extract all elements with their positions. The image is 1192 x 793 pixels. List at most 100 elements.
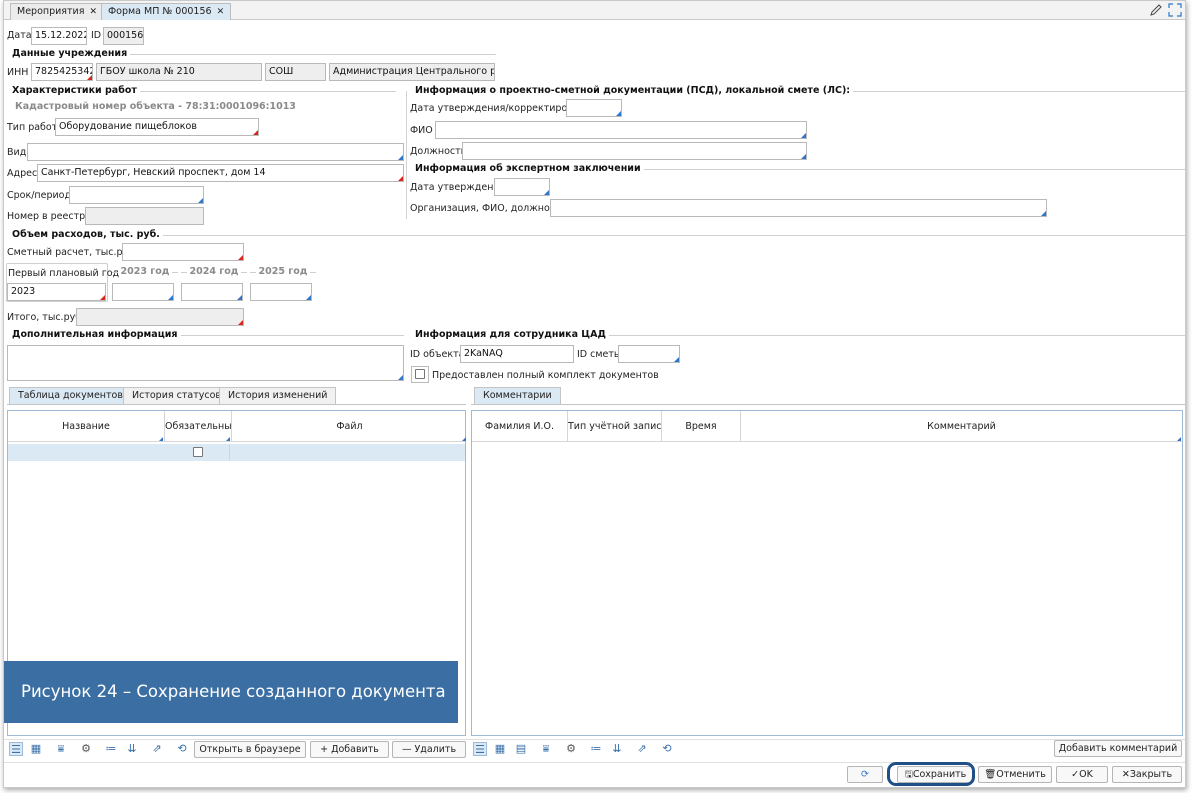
- grid-view-icon[interactable]: ▦: [29, 742, 43, 756]
- inn-field[interactable]: 7825425342: [31, 63, 93, 81]
- close-icon[interactable]: ✕: [217, 7, 225, 17]
- close-x-icon: ✕: [1121, 769, 1130, 780]
- left-tabs-baseline: [7, 404, 466, 405]
- tab-events-label: Мероприятия: [17, 6, 85, 17]
- year-3-field[interactable]: [250, 283, 312, 301]
- extra-info-textarea[interactable]: [7, 345, 404, 381]
- toolbar-top-border: [4, 739, 1185, 740]
- date-field[interactable]: 15.12.2022: [31, 27, 87, 45]
- work-type-field[interactable]: Оборудование пищеблоков: [55, 118, 259, 136]
- refresh-icon: ⟳: [861, 769, 869, 780]
- fio-label: ФИО: [410, 125, 433, 136]
- tab-change-history[interactable]: История изменений: [219, 387, 337, 404]
- kind-field[interactable]: [27, 143, 404, 161]
- object-id-label: ID объекта: [410, 349, 465, 360]
- first-year-field[interactable]: 2023: [7, 283, 106, 301]
- work-section-title: Характеристики работ: [12, 85, 396, 97]
- required-checkbox[interactable]: [193, 447, 203, 457]
- external-link-icon[interactable]: ⇗: [635, 742, 649, 756]
- refresh-list-icon[interactable]: ⟲: [175, 742, 189, 756]
- date-label: Дата: [7, 30, 32, 41]
- expert-approve-date-field[interactable]: [494, 178, 550, 196]
- column-name[interactable]: Название: [8, 411, 165, 442]
- address-field[interactable]: Санкт-Петербург, Невский проспект, дом 1…: [37, 164, 404, 182]
- column-time[interactable]: Время: [662, 411, 741, 442]
- estimate-id-label: ID сметы: [577, 349, 622, 360]
- period-field[interactable]: [69, 186, 204, 204]
- cancel-label: Отменить: [996, 769, 1046, 780]
- tab-status-history[interactable]: История статусов: [123, 387, 230, 404]
- year-1-field[interactable]: [112, 283, 174, 301]
- close-button[interactable]: ✕Закрыть: [1112, 766, 1182, 783]
- position-field[interactable]: [462, 142, 807, 160]
- object-id-field[interactable]: 2KaNAQ: [460, 345, 574, 363]
- footer-top-border: [4, 762, 1185, 763]
- registry-field: [85, 207, 204, 225]
- sort-list-icon[interactable]: ⇊: [610, 742, 624, 756]
- bulleted-list-icon[interactable]: ≔: [589, 742, 603, 756]
- cadastral-number-title: Кадастровый номер объекта - 78:31:000109…: [15, 101, 296, 112]
- estimate-field[interactable]: [122, 243, 244, 261]
- tab-form[interactable]: Форма МП № 000156 ✕: [101, 3, 232, 20]
- check-icon: ✓: [1071, 769, 1080, 780]
- total-label: Итого, тыс.руб.: [7, 312, 85, 323]
- organization-label: Организация, ФИО, должность: [410, 203, 567, 214]
- delete-document-button[interactable]: — Удалить: [392, 741, 466, 758]
- row-divider: [229, 444, 230, 461]
- period-label: Срок/период: [7, 190, 72, 201]
- bulleted-list-icon[interactable]: ≔: [104, 742, 118, 756]
- add-document-button[interactable]: + Добавить: [310, 741, 389, 758]
- settings-icon[interactable]: ⚙: [79, 742, 93, 756]
- fio-field[interactable]: [435, 121, 807, 139]
- pencil-icon[interactable]: [1149, 3, 1163, 17]
- column-full-name[interactable]: Фамилия И.О.: [472, 411, 568, 442]
- filter-icon[interactable]: ⩸: [539, 742, 553, 756]
- column-account-type[interactable]: Тип учётной записи: [568, 411, 662, 442]
- organization-field[interactable]: [550, 199, 1047, 217]
- documents-grid-header: Название Обязательный Файл: [8, 411, 467, 442]
- filter-icon[interactable]: ⩸: [54, 742, 68, 756]
- add-comment-button[interactable]: Добавить комментарий: [1054, 740, 1182, 757]
- inn-label: ИНН: [7, 67, 29, 78]
- comments-grid-header: Фамилия И.О. Тип учётной записи Время Ко…: [472, 411, 1182, 442]
- full-docs-checkbox[interactable]: [415, 369, 425, 379]
- full-docs-label: Предоставлен полный комплект документов: [432, 370, 659, 381]
- fullscreen-icon[interactable]: [1168, 3, 1182, 17]
- minus-icon: —: [401, 744, 415, 755]
- column-comment[interactable]: Комментарий: [741, 411, 1182, 442]
- refresh-button[interactable]: ⟳: [847, 766, 883, 783]
- table-row[interactable]: [8, 444, 465, 461]
- open-in-browser-button[interactable]: Открыть в браузере: [194, 741, 306, 758]
- year-1-title: 2023 год: [112, 266, 179, 278]
- ok-button[interactable]: ✓OK: [1056, 766, 1108, 783]
- psd-approve-date-field[interactable]: [566, 99, 622, 117]
- year-2-field[interactable]: [181, 283, 243, 301]
- institution-name-field: ГБОУ школа № 210: [96, 63, 262, 81]
- tab-form-label: Форма МП № 000156: [108, 6, 212, 17]
- settings-icon[interactable]: ⚙: [564, 742, 578, 756]
- list-view-icon[interactable]: ☰: [9, 742, 23, 756]
- cad-section-title: Информация для сотрудника ЦАД: [415, 329, 1185, 341]
- column-required[interactable]: Обязательный: [165, 411, 232, 442]
- year-2-title: 2024 год: [181, 266, 248, 278]
- right-tabs-baseline: [471, 404, 1185, 405]
- external-link-icon[interactable]: ⇗: [150, 742, 164, 756]
- tab-documents-table[interactable]: Таблица документов: [9, 387, 132, 404]
- full-docs-checkbox-box[interactable]: [411, 366, 429, 383]
- close-icon[interactable]: ✕: [89, 7, 97, 17]
- position-label: Должность: [410, 146, 467, 157]
- psd-approve-date-label: Дата утверждения/корректировки: [410, 103, 585, 114]
- column-file[interactable]: Файл: [232, 411, 467, 442]
- tab-comments[interactable]: Комментарии: [474, 387, 561, 404]
- list-view-icon[interactable]: ☰: [473, 742, 487, 756]
- refresh-list-icon[interactable]: ⟲: [660, 742, 674, 756]
- estimate-id-field[interactable]: [618, 345, 680, 363]
- grid-view-icon[interactable]: ▦: [493, 742, 507, 756]
- cancel-button[interactable]: 🗑Отменить: [978, 766, 1052, 783]
- plus-icon: +: [320, 744, 332, 755]
- tab-events[interactable]: Мероприятия ✕: [10, 3, 104, 20]
- ok-label: OK: [1079, 769, 1093, 780]
- psd-section-title: Информация о проектно-сметной документац…: [415, 85, 1185, 97]
- sort-list-icon[interactable]: ⇊: [125, 742, 139, 756]
- calendar-icon[interactable]: ▤: [514, 742, 528, 756]
